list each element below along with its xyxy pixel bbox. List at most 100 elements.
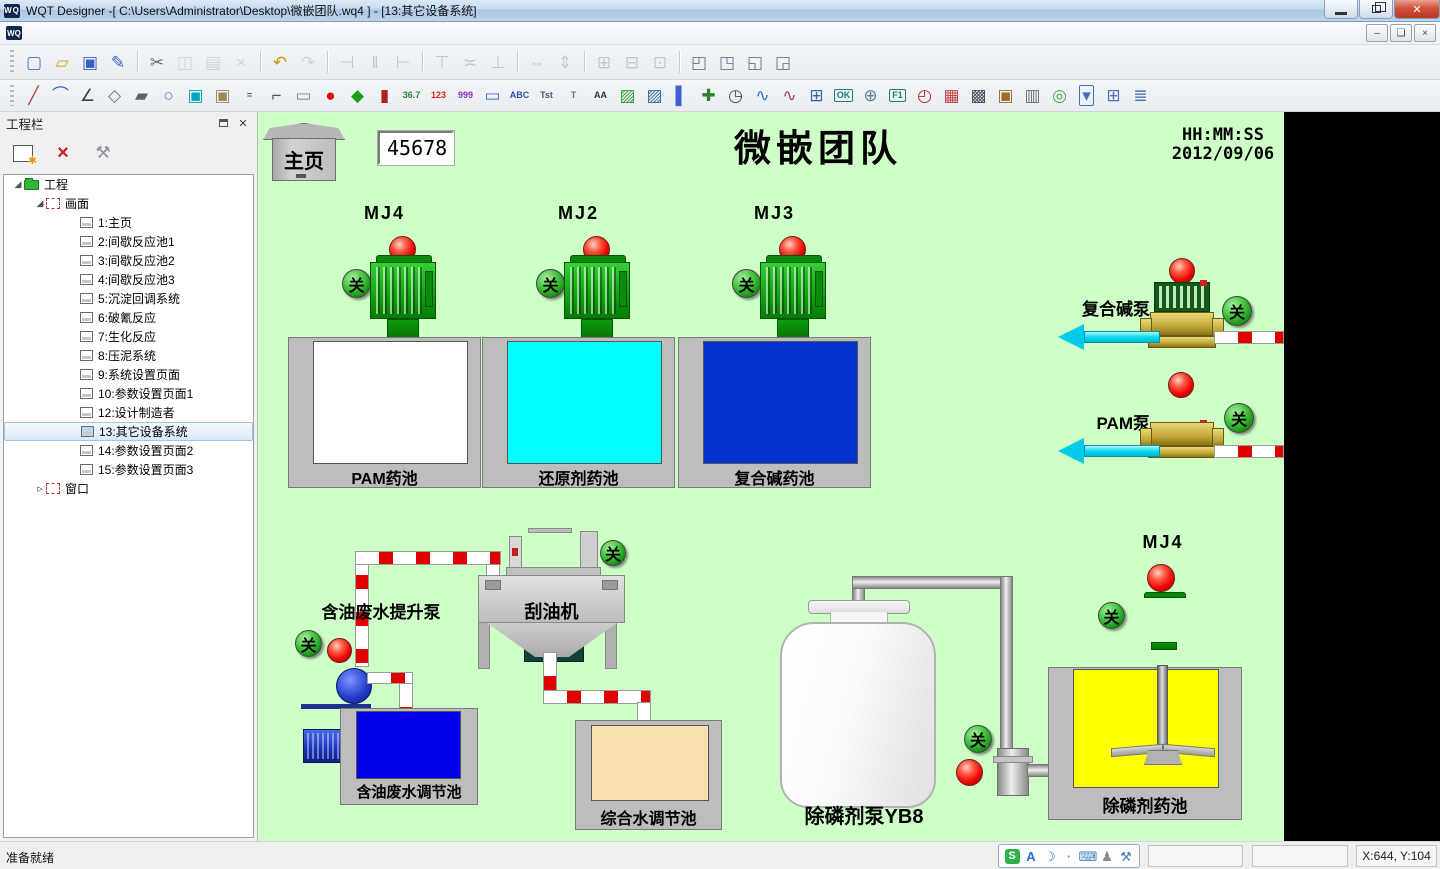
tree-page-item[interactable]: 5:沉淀回调系统 [4, 289, 253, 308]
ruler-tool-button[interactable]: ▭ [291, 84, 316, 108]
tree-page-item[interactable]: 4:间歇反应池3 [4, 270, 253, 289]
menu-item[interactable] [66, 30, 84, 36]
ok-button-tool-button[interactable]: OK [831, 84, 856, 108]
screen-properties-button[interactable]: ⚒ [90, 140, 116, 166]
tree-page-item[interactable]: 6:破氰反应 [4, 308, 253, 327]
menu-item[interactable] [192, 30, 210, 36]
panel-float-button[interactable] [215, 116, 231, 130]
ime-keyboard-button[interactable]: ⌨ [1080, 847, 1097, 865]
ime-user-button[interactable]: ♟ [1099, 847, 1116, 865]
off-switch-button[interactable]: 关 [600, 540, 626, 566]
new-file-button[interactable]: ▢ [21, 49, 47, 75]
tree-node-windows[interactable]: 窗口 [4, 479, 253, 498]
bring-forward-button[interactable]: ◱ [742, 49, 768, 75]
ime-mode-button[interactable]: A [1023, 847, 1040, 865]
save-button[interactable]: ▣ [77, 49, 103, 75]
italic-text-tool-button[interactable]: T [561, 84, 586, 108]
off-switch-button[interactable]: 关 [964, 725, 992, 753]
align-right-button[interactable]: ⊢ [390, 49, 416, 75]
status-lamp[interactable] [1169, 258, 1195, 284]
lamp-tool-button[interactable]: ● [318, 84, 343, 108]
picture-frame-tool-button[interactable]: ▣ [993, 84, 1018, 108]
trend-chart-tool-button[interactable]: ∿ [750, 84, 775, 108]
thermometer-tool-button[interactable]: ▌ [669, 84, 694, 108]
tree-page-item[interactable]: 15:参数设置页面3 [4, 460, 253, 479]
image2-tool-button[interactable]: ▨ [642, 84, 667, 108]
tree-page-item[interactable]: 12:设计制造者 [4, 403, 253, 422]
valve-tool-button[interactable]: ◆ [345, 84, 370, 108]
value-display-tool-button[interactable]: 36.7 [399, 84, 424, 108]
menu-item[interactable] [174, 30, 192, 36]
same-size-button[interactable]: ⊡ [647, 49, 673, 75]
tree-root-project[interactable]: 工程 [4, 175, 253, 194]
ime-sogou-logo-button[interactable]: S [1004, 847, 1021, 865]
ring-indicator-tool-button[interactable]: ◎ [1047, 84, 1072, 108]
status-lamp[interactable] [1168, 372, 1194, 398]
tree-node-screens[interactable]: 画面 [4, 194, 253, 213]
value-display-box[interactable]: 45678 [378, 131, 454, 165]
toolbar-grip[interactable] [10, 85, 14, 107]
status-lamp[interactable] [956, 759, 983, 786]
bring-to-front-button[interactable]: ◰ [686, 49, 712, 75]
send-to-back-button[interactable]: ◳ [714, 49, 740, 75]
expand-icon[interactable] [12, 179, 24, 190]
pipe-elbow-tool-button[interactable]: ⌐ [264, 84, 289, 108]
tree-page-item[interactable]: 14:参数设置页面2 [4, 441, 253, 460]
image-tool-button[interactable]: ▨ [615, 84, 640, 108]
panel-close-button[interactable]: ✕ [235, 116, 251, 130]
cut-button[interactable]: ✂ [144, 49, 170, 75]
menu-item[interactable] [48, 30, 66, 36]
tree-page-item[interactable]: 8:压泥系统 [4, 346, 253, 365]
polyline-tool-button[interactable]: ∠ [75, 84, 100, 108]
undo-button[interactable]: ↶ [267, 49, 293, 75]
redo-button[interactable]: ↷ [295, 49, 321, 75]
restore-button[interactable] [1359, 0, 1393, 19]
collapse-icon[interactable] [34, 482, 46, 495]
design-canvas[interactable]: 主页 45678 微嵌团队 HH:MM:SS 2012/09/06 MJ4 关 [258, 112, 1284, 841]
off-switch-button[interactable]: 关 [295, 630, 322, 657]
list-tool-button[interactable]: ≣ [1128, 84, 1153, 108]
mdi-restore-button[interactable]: ❏ [1390, 24, 1412, 42]
status-lamp[interactable] [327, 638, 352, 663]
mdi-minimize-button[interactable]: – [1366, 24, 1388, 42]
input-box-tool-button[interactable]: ▭ [480, 84, 505, 108]
title-bar[interactable]: WQ WQT Designer -[ C:\Users\Administrato… [0, 0, 1440, 22]
xy-chart-tool-button[interactable]: ∿ [777, 84, 802, 108]
tree-page-item[interactable]: 1:主页 [4, 213, 253, 232]
same-height-button[interactable]: ⊟ [619, 49, 645, 75]
paste-button[interactable]: ▤ [200, 49, 226, 75]
same-width-button[interactable]: ⊞ [591, 49, 617, 75]
send-backward-button[interactable]: ◲ [770, 49, 796, 75]
equal-height-button[interactable]: ⇕ [552, 49, 578, 75]
off-switch-button[interactable]: 关 [1224, 403, 1254, 433]
ime-dot-button[interactable]: · [1061, 847, 1078, 865]
home-button[interactable]: 主页 [268, 123, 340, 181]
tree-page-item[interactable]: 9:系统设置页面 [4, 365, 253, 384]
rectangle-tool-button[interactable]: ▰ [129, 84, 154, 108]
tree-page-item[interactable]: 7:生化反应 [4, 327, 253, 346]
time-display-tool-button[interactable]: ◴ [912, 84, 937, 108]
off-switch-button[interactable]: 关 [1098, 602, 1125, 629]
clock-tool-button[interactable]: ◷ [723, 84, 748, 108]
menu-item[interactable] [210, 30, 228, 36]
tree-page-item[interactable]: 10:参数设置页面1 [4, 384, 253, 403]
status-lamp[interactable] [1147, 564, 1175, 592]
off-switch-button[interactable]: 关 [732, 269, 761, 298]
arc-tool-button[interactable]: ⌒ [48, 84, 73, 108]
delete-screen-button[interactable]: × [50, 140, 76, 166]
line-tool-button[interactable]: ╱ [21, 84, 46, 108]
table-tool-button[interactable]: ⊞ [804, 84, 829, 108]
panel-tool-button[interactable]: ▣ [210, 84, 235, 108]
ime-moon-button[interactable]: ☽ [1042, 847, 1059, 865]
equal-width-button[interactable]: ⇔ [524, 49, 550, 75]
off-switch-button[interactable]: 关 [342, 269, 371, 298]
align-top-button[interactable]: ⊤ [429, 49, 455, 75]
grid-tool-button[interactable]: ⊞ [1101, 84, 1126, 108]
menu-item[interactable] [138, 30, 156, 36]
menu-item[interactable] [156, 30, 174, 36]
minimize-button[interactable] [1324, 0, 1358, 19]
ime-tools-button[interactable]: ⚒ [1118, 847, 1135, 865]
align-center-horizontal-button[interactable]: ≍ [457, 49, 483, 75]
font-tool-button[interactable]: AA [588, 84, 613, 108]
ime-toolbar[interactable]: SA☽·⌨♟⚒ [998, 844, 1140, 868]
